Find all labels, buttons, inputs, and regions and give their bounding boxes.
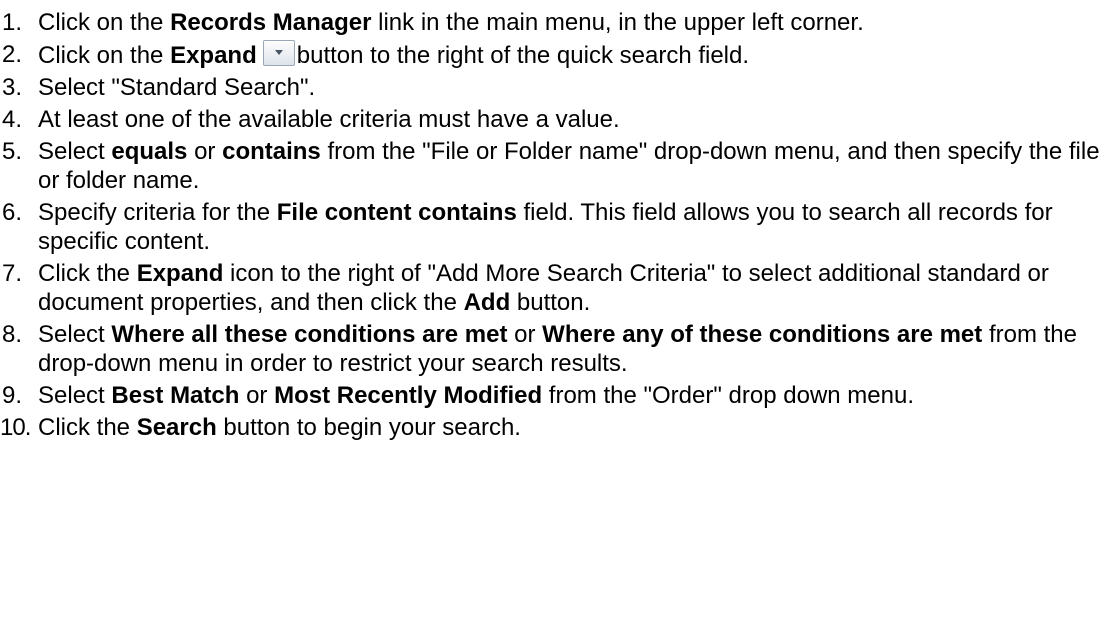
step-text: Click the [38,414,137,441]
step-3: 3. Select "Standard Search". [0,73,1100,102]
step-4: 4. At least one of the available criteri… [0,105,1100,134]
emphasis-text: Records Manager [170,9,372,36]
step-number: 8. [2,321,23,348]
emphasis-text: contains [222,138,321,165]
emphasis-text: equals [111,138,188,165]
step-1: 1. Click on the Records Manager link in … [0,8,1100,37]
emphasis-text: Where all these conditions are met [111,321,508,348]
emphasis-text: Search [136,414,217,441]
expand-dropdown-icon [262,40,295,66]
step-number: 1. [2,9,23,36]
step-9: 9. Select Best Match or Most Recently Mo… [0,381,1100,410]
step-number: 10. [0,414,31,441]
step-text: Click on the [38,9,171,36]
emphasis-text: File content contains [276,199,517,226]
step-text: Select [38,321,112,348]
step-2: 2. Click on the Expand button to the righ… [0,40,1100,70]
step-7: 7. Click the Expand icon to the right of… [0,259,1100,317]
step-text: or [187,138,223,165]
step-text: button to the right of the quick search … [296,42,750,69]
step-text: Select [38,138,112,165]
emphasis-text: Best Match [111,382,240,409]
emphasis-text: Add [463,289,511,316]
step-10: 10. Click the Search button to begin you… [0,413,1100,442]
emphasis-text: Expand [136,260,224,287]
step-number: 2. [2,41,23,68]
emphasis-text: Where any of these conditions are met [542,321,983,348]
step-text: link in the main menu, in the upper left… [371,9,864,36]
step-number: 3. [2,74,23,101]
step-number: 7. [2,260,23,287]
step-number: 4. [2,106,23,133]
step-5: 5. Select equals or contains from the "F… [0,137,1100,195]
step-text: Click on the [38,42,171,69]
step-number: 9. [2,382,23,409]
step-text: Specify criteria for the [38,199,277,226]
step-text: Click the [38,260,137,287]
step-6: 6. Specify criteria for the File content… [0,198,1100,256]
step-8: 8. Select Where all these conditions are… [0,320,1100,378]
instruction-list: 1. Click on the Records Manager link in … [0,0,1100,442]
step-text: Select "Standard Search". [38,74,316,101]
step-text: At least one of the available criteria m… [38,106,620,133]
step-text: Select [38,382,112,409]
step-text: button. [510,289,591,316]
step-number: 6. [2,199,23,226]
emphasis-text: Most Recently Modified [274,382,543,409]
step-text: from the "Order" drop down menu. [542,382,914,409]
step-text: button to begin your search. [216,414,521,441]
emphasis-text: Expand [170,42,257,69]
chevron-down-icon [274,50,283,55]
step-number: 5. [2,138,23,165]
step-text: or [507,321,543,348]
step-text: or [239,382,275,409]
